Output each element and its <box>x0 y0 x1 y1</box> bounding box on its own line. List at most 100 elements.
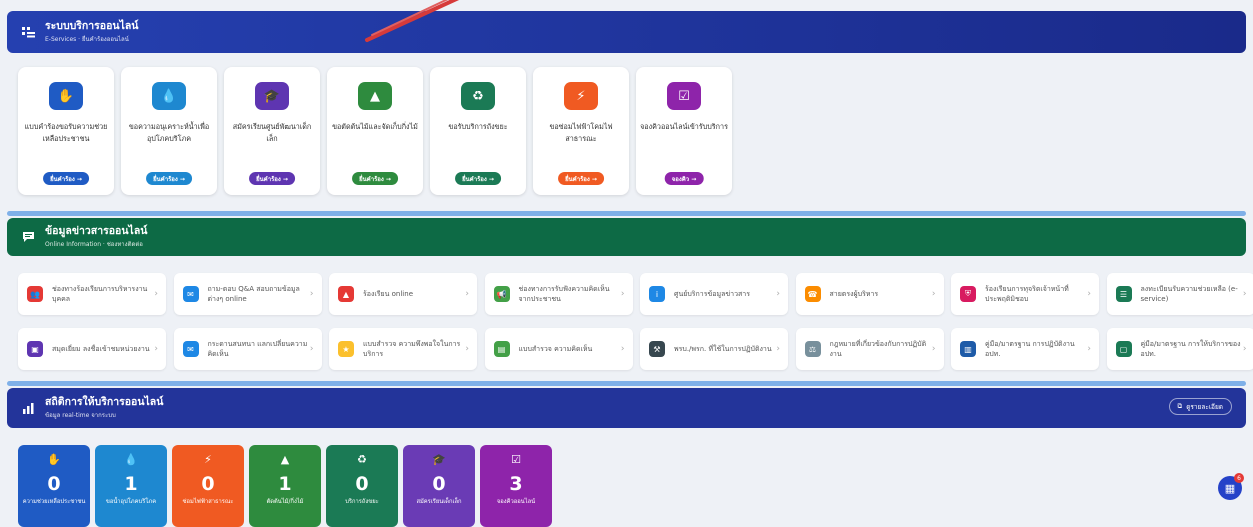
eservice-card[interactable]: 💧 ขอความอนุเคราะห์น้ำเพื่ออุปโภคบริโภค ย… <box>121 67 217 195</box>
graduation-cap-icon: 🎓 <box>255 82 289 110</box>
info-link-label: ช่องทางการรับฟังความคิดเห็นจากประชาชน <box>518 285 610 303</box>
info-link-item[interactable]: 📢 ช่องทางการรับฟังความคิดเห็นจากประชาชน … <box>484 273 633 315</box>
chevron-right-icon: › <box>309 289 314 299</box>
info-link-item[interactable]: ▤ แบบสำรวจ ความคิดเห็น › <box>484 328 633 370</box>
stats-title: สถิติการให้บริการออนไลน์ <box>45 396 164 408</box>
megaphone-icon: 📢 <box>493 286 510 302</box>
info-link-label: สายตรงผู้บริหาร <box>829 290 879 298</box>
guestbook-icon: ▣ <box>27 341 43 357</box>
info-link-item[interactable]: ✉ กระดานสนทนา แลกเปลี่ยนความคิดเห็น › <box>173 328 322 370</box>
chevron-right-icon: › <box>1242 289 1247 299</box>
lightning-icon: ⚡ <box>564 82 598 110</box>
info-link-item[interactable]: ✉ ถาม-ตอบ Q&A สอบถามข้อมูลต่างๆ online › <box>173 273 322 315</box>
apps-fab-button[interactable]: ▦ 6 <box>1218 473 1244 500</box>
hand-heart-icon: ✋ <box>49 82 83 110</box>
chevron-right-icon: › <box>1242 344 1247 354</box>
eservice-card[interactable]: ☑ จองคิวออนไลน์เข้ารับบริการ จองคิว → <box>636 67 732 195</box>
lightning-icon: ⚡ <box>204 453 212 466</box>
stat-tile[interactable]: ☑ 3 จองคิวออนไลน์ <box>480 445 552 527</box>
info-link-label: คู่มือ/มาตรฐาน การปฏิบัติงาน อปท. <box>985 340 1075 358</box>
info-link-label: ศูนย์บริการข้อมูลข่าวสาร <box>674 290 750 298</box>
view-details-button[interactable]: ⧉ ดูรายละเอียด <box>1168 398 1232 415</box>
info-link-item[interactable]: ★ แบบสำรวจ ความพึงพอใจในการบริการ › <box>329 328 477 370</box>
water-drop-icon: 💧 <box>124 453 138 466</box>
info-link-label: พรบ./พรก. ที่ใช้ในการปฏิบัติงาน <box>674 345 772 353</box>
stat-label: ซ่อมไฟฟ้าสาธารณะ <box>182 499 234 505</box>
stat-value: 0 <box>432 473 446 495</box>
info-link-label: ร้องเรียนการทุจริตเจ้าหน้าที่ประพฤติมิชอ… <box>985 285 1069 303</box>
stat-tile[interactable]: 🎓 0 สมัครเรียนเด็กเล็ก <box>403 445 475 527</box>
submit-request-button[interactable]: ยื่นคำร้อง → <box>352 172 398 185</box>
info-title: ข้อมูลข่าวสารออนไลน์ <box>45 225 148 237</box>
external-link-icon: ⧉ <box>1177 402 1183 410</box>
stat-label: บริการถังขยะ <box>345 499 379 505</box>
info-link-item[interactable]: ⚒ พรบ./พรก. ที่ใช้ในการปฏิบัติงาน › <box>640 328 788 370</box>
eservice-card[interactable]: ▲ ขอตัดต้นไม้และจัดเก็บกิ่งไม้ ยื่นคำร้อ… <box>327 67 423 195</box>
submit-request-button[interactable]: ยื่นคำร้อง → <box>146 172 192 185</box>
chat-icon: ✉ <box>182 286 199 302</box>
eservice-card-label: ขอซ่อมไฟฟ้าโคมไฟสาธารณะ <box>549 122 613 143</box>
info-link-label: กระดานสนทนา แลกเปลี่ยนความคิดเห็น <box>207 340 308 358</box>
submit-request-button[interactable]: ยื่นคำร้อง → <box>249 172 295 185</box>
eservice-card-label: ขอความอนุเคราะห์น้ำเพื่ออุปโภคบริโภค <box>128 122 210 143</box>
eservice-card-label: จองคิวออนไลน์เข้ารับบริการ <box>640 122 728 131</box>
stat-label: ขอน้ำอุปโภคบริโภค <box>105 499 157 505</box>
stat-tile[interactable]: ♻ 0 บริการถังขยะ <box>326 445 398 527</box>
chevron-right-icon: › <box>1087 289 1091 299</box>
info-link-label: คู่มือ/มาตรฐาน การให้บริการของ อปท. <box>1140 340 1241 358</box>
section-divider <box>7 381 1246 386</box>
eservices-subtitle: E-Services · ยื่นคำร้องออนไลน์ <box>45 36 129 43</box>
chevron-right-icon: › <box>931 289 936 299</box>
stat-value: 1 <box>124 473 138 495</box>
eservice-card-label: ขอรับบริการถังขยะ <box>448 122 508 131</box>
stat-tile[interactable]: ✋ 0 ความช่วยเหลือประชาชน <box>18 445 90 527</box>
eservices-header: ระบบบริการออนไลน์ E-Services · ยื่นคำร้อ… <box>7 11 1246 53</box>
info-subtitle: Online Information · ช่องทางติดต่อ <box>45 241 143 248</box>
submit-request-button[interactable]: ยื่นคำร้อง → <box>455 172 501 185</box>
info-link-item[interactable]: ☎ สายตรงผู้บริหาร › <box>795 273 944 315</box>
stat-label: จองคิวออนไลน์ <box>496 499 536 505</box>
info-link-label: แบบสำรวจ ความพึงพอใจในการบริการ <box>363 340 461 358</box>
water-drop-icon: 💧 <box>152 82 186 110</box>
stat-label: ความช่วยเหลือประชาชน <box>22 499 86 505</box>
info-link-item[interactable]: ☰ ลงทะเบียนรับความช่วยเหลือ (e-service) … <box>1106 273 1253 315</box>
stat-value: 0 <box>201 473 215 495</box>
info-link-item[interactable]: ⚖ กฎหมายที่เกี่ยวข้องกับการปฏิบัติงาน › <box>795 328 944 370</box>
law-icon: ⚖ <box>804 341 821 357</box>
info-link-label: ร้องเรียน online <box>363 290 413 298</box>
stat-tile[interactable]: ⚡ 0 ซ่อมไฟฟ้าสาธารณะ <box>172 445 244 527</box>
chevron-right-icon: › <box>154 289 158 299</box>
info-link-item[interactable]: ▣ สมุดเยี่ยม ลงชื่อเข้าชมหน่วยงาน › <box>18 328 166 370</box>
eservice-card-label: ขอตัดต้นไม้และจัดเก็บกิ่งไม้ <box>332 122 418 131</box>
eservice-card[interactable]: ♻ ขอรับบริการถังขยะ ยื่นคำร้อง → <box>430 67 526 195</box>
info-link-item[interactable]: 👥 ช่องทางร้องเรียนการบริหารงานบุคคล › <box>18 273 166 315</box>
star-icon: ★ <box>338 341 354 357</box>
chevron-right-icon: › <box>931 344 936 354</box>
chevron-right-icon: › <box>465 289 469 299</box>
hand-heart-icon: ✋ <box>47 453 61 466</box>
info-link-item[interactable]: ▲ ร้องเรียน online › <box>329 273 477 315</box>
stat-tile[interactable]: 💧 1 ขอน้ำอุปโภคบริโภค <box>95 445 167 527</box>
info-link-item[interactable]: ⛨ ร้องเรียนการทุจริตเจ้าหน้าที่ประพฤติมิ… <box>951 273 1099 315</box>
notification-badge: 6 <box>1234 473 1244 483</box>
tree-icon: ▲ <box>358 82 392 110</box>
eservice-card[interactable]: ✋ แบบคำร้องขอรับความช่วยเหลือประชาชน ยื่… <box>18 67 114 195</box>
info-link-label: ถาม-ตอบ Q&A สอบถามข้อมูลต่างๆ online <box>207 285 300 303</box>
info-link-item[interactable]: i ศูนย์บริการข้อมูลข่าวสาร › <box>640 273 788 315</box>
info-link-item[interactable]: ▢ คู่มือ/มาตรฐาน การให้บริการของ อปท. › <box>1106 328 1253 370</box>
apps-icon <box>21 25 35 39</box>
info-link-item[interactable]: ▥ คู่มือ/มาตรฐาน การปฏิบัติงาน อปท. › <box>951 328 1099 370</box>
submit-request-button[interactable]: ยื่นคำร้อง → <box>43 172 89 185</box>
shield-icon: ⛨ <box>960 286 976 302</box>
info-link-label: ลงทะเบียนรับความช่วยเหลือ (e-service) <box>1140 285 1238 303</box>
stat-label: สมัครเรียนเด็กเล็ก <box>416 499 462 505</box>
submit-request-button[interactable]: ยื่นคำร้อง → <box>558 172 604 185</box>
eservice-card[interactable]: 🎓 สมัครเรียนศูนย์พัฒนาเด็กเล็ก ยื่นคำร้อ… <box>224 67 320 195</box>
chevron-right-icon: › <box>620 289 625 299</box>
submit-request-button[interactable]: จองคิว → <box>664 172 704 185</box>
stat-tile[interactable]: ▲ 1 ตัดต้นไม้/กิ่งไม้ <box>249 445 321 527</box>
eservice-card[interactable]: ⚡ ขอซ่อมไฟฟ้าโคมไฟสาธารณะ ยื่นคำร้อง → <box>533 67 629 195</box>
stat-value: 0 <box>355 473 369 495</box>
chevron-right-icon: › <box>1087 344 1091 354</box>
stats-subtitle: ข้อมูล real-time จากระบบ <box>45 412 116 419</box>
